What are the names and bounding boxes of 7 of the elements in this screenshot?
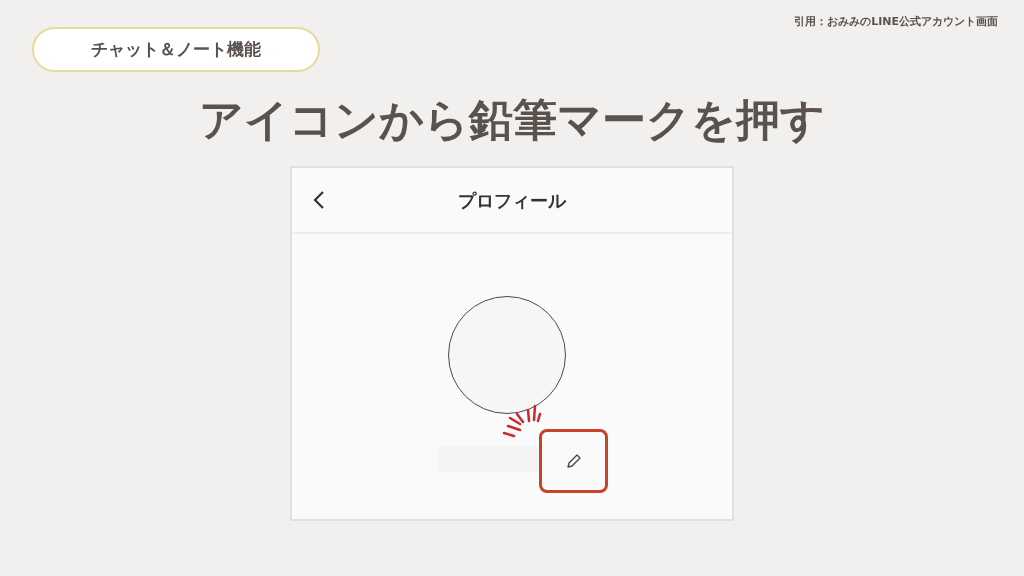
screen-title: プロフィール — [458, 188, 566, 213]
tag-label: チャット＆ノート機能 — [32, 27, 320, 72]
source-note: 引用：おみみのLINE公式アカウント画面 — [794, 14, 998, 30]
edit-button[interactable] — [539, 429, 608, 493]
slide-heading: アイコンから鉛筆マークを押す — [198, 93, 826, 147]
pencil-icon — [565, 453, 582, 469]
back-icon[interactable] — [312, 190, 326, 210]
